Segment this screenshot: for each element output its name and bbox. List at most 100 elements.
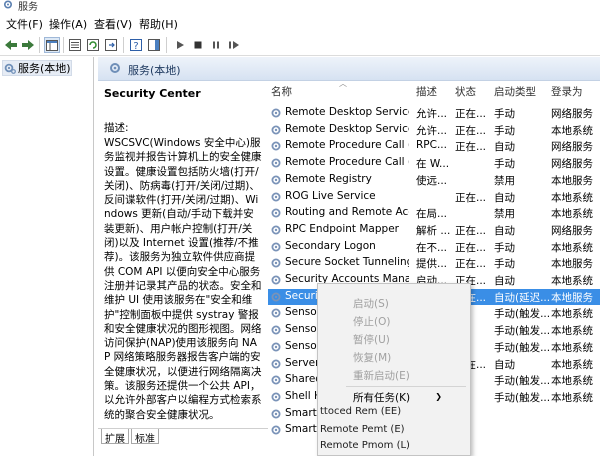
cell-logon: 本地系统	[551, 241, 593, 254]
menu-item-resume[interactable]: 恢复(M)	[353, 350, 391, 365]
service-gear-icon	[271, 175, 281, 185]
cell-desc: 在 W...	[416, 158, 450, 171]
service-gear-icon	[271, 158, 281, 168]
service-gear-icon	[271, 275, 281, 285]
service-gear-icon	[271, 258, 281, 268]
export-list-button[interactable]	[103, 37, 119, 53]
table-row[interactable]: Remote Desktop Services 允许... 正在... 手动 网络服务	[268, 105, 600, 122]
service-gear-icon	[271, 375, 281, 385]
table-row[interactable]: Remote Desktop Service... 允许... 正在... 手动 本地系…	[268, 122, 600, 139]
cell-logon: 本地服务	[551, 291, 593, 304]
column-header-description[interactable]: 描述	[416, 81, 437, 103]
service-gear-icon	[271, 359, 281, 368]
table-row[interactable]: RPC Endpoint Mapper 解析 ... 正在... 自动 网络服务	[268, 222, 600, 239]
cell-startup: 禁用	[494, 208, 515, 221]
cell-status: 正在...	[455, 191, 487, 204]
table-row[interactable]: ROG Live Service 正在... 自动 本地系统	[268, 189, 600, 206]
cell-startup: 自动	[494, 275, 515, 287]
help-icon: ?	[130, 39, 142, 51]
tab-standard[interactable]: 标准	[131, 429, 159, 445]
cell-startup: 禁用	[494, 174, 515, 187]
cell-name: Secure Socket Tunneling ...	[285, 256, 409, 269]
cell-startup: 手动	[494, 158, 515, 171]
menu-help[interactable]: 帮助(H)	[139, 16, 178, 32]
restart-service-button[interactable]	[226, 37, 242, 53]
refresh-button[interactable]	[85, 37, 101, 53]
column-header-status[interactable]: 状态	[455, 81, 476, 103]
cell-name: Remote Registry	[285, 172, 372, 185]
stop-icon	[194, 41, 202, 49]
cell-status: 正在...	[455, 241, 487, 254]
refresh-icon	[87, 39, 99, 51]
cell-status: 正在...	[455, 141, 487, 154]
column-header-name[interactable]: ︿ 名称	[271, 79, 411, 103]
menu-item-all-tasks[interactable]: 所有任务(K)	[353, 390, 410, 405]
cell-name: Remote Procedure Call (...	[285, 139, 409, 152]
service-gear-icon	[271, 208, 281, 218]
cell-startup: 自动	[494, 141, 515, 154]
tree-node-services-local[interactable]: 服务(本地)	[2, 60, 72, 76]
ghost-text-2: Remote Pemt (E)	[320, 424, 405, 435]
show-tree-button[interactable]	[44, 37, 60, 53]
column-header-startup-type[interactable]: 启动类型	[494, 81, 536, 103]
menu-item-pause[interactable]: 暂停(U)	[353, 332, 390, 347]
service-gear-icon	[271, 192, 281, 201]
cell-logon: 本地服务	[551, 174, 593, 187]
title-bar: 服务	[0, 0, 600, 13]
table-row[interactable]: Secondary Logon 在不... 正在... 手动 本地系统	[268, 239, 600, 256]
cell-name: Routing and Remote Acc...	[285, 206, 409, 219]
menu-bar: 文件(F) 操作(A) 查看(V) 帮助(H)	[0, 12, 600, 34]
table-row[interactable]: Remote Registry 使远... 禁用 本地服务	[268, 172, 600, 189]
cell-name: Remote Desktop Services	[285, 106, 409, 118]
column-header-logon-as[interactable]: 登录为	[551, 81, 583, 103]
service-gear-icon	[271, 425, 281, 435]
cell-logon: 本地系统	[551, 308, 593, 321]
start-service-button[interactable]	[172, 37, 188, 53]
cell-logon: 本地系统	[551, 375, 593, 388]
cell-desc: 使远...	[416, 174, 448, 187]
service-gear-icon	[271, 125, 281, 135]
table-row[interactable]: Remote Procedure Call (... 在 W... 手动 网络服务	[268, 155, 600, 172]
sort-up-icon: ︿	[339, 79, 347, 88]
menu-item-start[interactable]: 启动(S)	[353, 296, 389, 311]
table-row[interactable]: Remote Procedure Call (... RPC... 正在... 自动 网…	[268, 138, 600, 155]
help-button[interactable]: ?	[128, 37, 144, 53]
back-arrow-icon	[5, 40, 17, 50]
cell-name: Secondary Logon	[285, 239, 376, 252]
cell-startup: 手动	[494, 108, 515, 120]
tab-extended[interactable]: 扩展	[101, 429, 129, 445]
back-button[interactable]	[3, 37, 19, 53]
cell-desc: 解析 ...	[416, 224, 451, 237]
cell-status: 正在...	[455, 258, 487, 271]
cell-startup: 自动	[494, 224, 515, 237]
cell-logon: 本地服务	[551, 258, 593, 271]
table-row[interactable]: Routing and Remote Acc... 在局... 禁用 本地系统	[268, 205, 600, 222]
export-icon	[105, 39, 117, 51]
services-gear-icon	[110, 63, 120, 73]
menu-item-stop[interactable]: 停止(O)	[353, 314, 390, 329]
menu-view[interactable]: 查看(V)	[94, 16, 132, 32]
pause-service-button[interactable]	[208, 37, 224, 53]
menu-action[interactable]: 操作(A)	[49, 16, 87, 32]
view-tabs: 扩展 标准	[98, 428, 268, 448]
cell-startup: 手动(触发...	[494, 341, 550, 354]
cell-logon: 本地系统	[551, 191, 593, 204]
properties-button[interactable]	[67, 37, 83, 53]
action-pane-button[interactable]	[146, 37, 162, 53]
services-gear-icon	[3, 0, 13, 9]
restart-icon	[229, 41, 239, 49]
stop-service-button[interactable]	[190, 37, 206, 53]
panel-header: 服务(本地)	[98, 57, 600, 81]
forward-button[interactable]	[20, 37, 36, 53]
menu-item-restart[interactable]: 重新启动(E)	[353, 368, 410, 383]
cell-startup: 手动(触发...	[494, 308, 550, 321]
service-gear-icon	[271, 325, 281, 335]
table-row[interactable]: Secure Socket Tunneling ... 提供... 正在... 手动 本…	[268, 255, 600, 272]
cell-startup: 手动(触发...	[494, 391, 550, 404]
menu-file[interactable]: 文件(F)	[6, 16, 43, 32]
action-pane-icon	[148, 39, 160, 51]
ghost-text-3: Remote Pmom (L)	[320, 440, 410, 451]
cell-desc: 在局...	[416, 208, 448, 221]
service-gear-icon	[271, 141, 281, 151]
submenu-arrow-icon: ❯	[435, 392, 442, 401]
